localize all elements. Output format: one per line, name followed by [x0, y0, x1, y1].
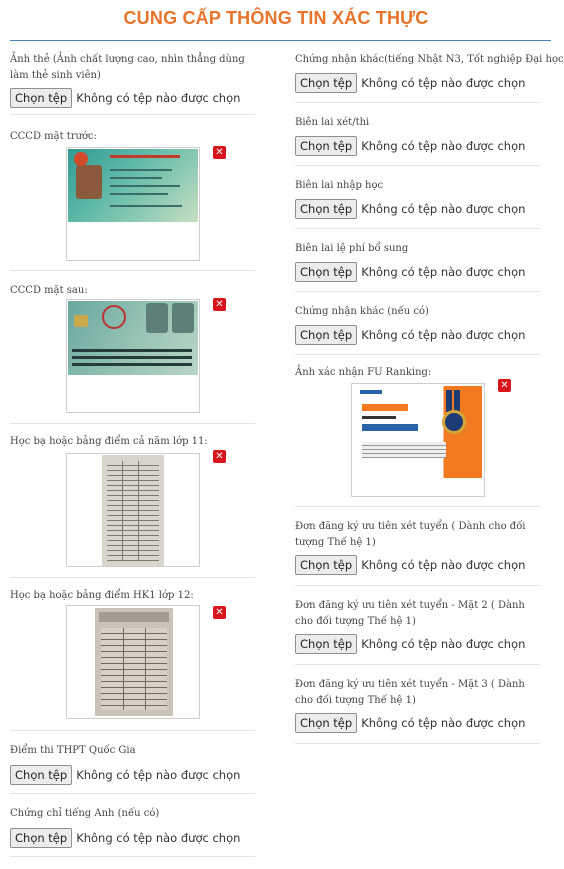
choose-file-button[interactable]: Chọn tệp: [295, 136, 358, 156]
close-icon[interactable]: ✕: [213, 450, 226, 463]
file-input[interactable]: Chọn tệp Không có tệp nào được chọn: [295, 136, 540, 156]
field-chung-nhan-khac-n3: Chứng nhận khác(tiếng Nhật N3, Tốt nghiệ…: [295, 44, 564, 103]
choose-file-button[interactable]: Chọn tệp: [295, 73, 358, 93]
field-bien-lai-nhap-hoc: Biên lai nhập học Chọn tệp Không có tệp …: [295, 166, 540, 229]
no-file-text: Không có tệp nào được chọn: [361, 139, 526, 153]
close-icon[interactable]: ✕: [213, 146, 226, 159]
choose-file-button[interactable]: Chọn tệp: [10, 765, 73, 785]
no-file-text: Không có tệp nào được chọn: [361, 202, 526, 216]
no-file-text: Không có tệp nào được chọn: [361, 328, 526, 342]
field-tieng-anh: Chứng chỉ tiếng Anh (nếu có) Chọn tệp Kh…: [10, 794, 255, 857]
file-input[interactable]: Chọn tệp Không có tệp nào được chọn: [10, 765, 255, 785]
choose-file-button[interactable]: Chọn tệp: [10, 828, 73, 848]
field-fu-ranking: Ảnh xác nhận FU Ranking: ✕: [295, 355, 540, 507]
title-divider: [10, 40, 551, 41]
portrait-photo: [76, 165, 102, 199]
image-preview: [66, 453, 200, 567]
file-input[interactable]: Chọn tệp Không có tệp nào được chọn: [295, 73, 540, 93]
file-input[interactable]: Chọn tệp Không có tệp nào được chọn: [295, 199, 540, 219]
transcript-11-image: [102, 455, 164, 566]
medal-icon: [442, 410, 466, 434]
no-file-text: Không có tệp nào được chọn: [361, 716, 526, 730]
choose-file-button[interactable]: Chọn tệp: [295, 199, 358, 219]
file-input[interactable]: Chọn tệp Không có tệp nào được chọn: [295, 262, 540, 282]
field-label: Chứng nhận khác(tiếng Nhật N3, Tốt nghiệ…: [295, 54, 564, 65]
file-input[interactable]: Chọn tệp Không có tệp nào được chọn: [295, 555, 540, 575]
field-anh-the: Ảnh thẻ (Ảnh chất lượng cao, nhìn thẳng …: [10, 44, 255, 115]
field-label: Học bạ hoặc bảng điểm HK1 lớp 12:: [10, 590, 194, 601]
id-card-front-image: [68, 149, 198, 222]
no-file-text: Không có tệp nào được chọn: [361, 558, 526, 572]
field-bien-lai-xet-thi: Biên lai xét/thi Chọn tệp Không có tệp n…: [295, 103, 540, 166]
id-card-back-image: [68, 301, 198, 375]
image-preview: [66, 299, 200, 413]
field-label: Đơn đăng ký ưu tiên xét tuyển - Mặt 3 ( …: [295, 679, 525, 706]
choose-file-button[interactable]: Chọn tệp: [10, 88, 73, 108]
chip-icon: [74, 315, 88, 327]
choose-file-button[interactable]: Chọn tệp: [295, 555, 358, 575]
image-preview: [351, 383, 485, 497]
choose-file-button[interactable]: Chọn tệp: [295, 713, 358, 733]
field-cccd-truoc: CCCD mặt trước: ✕: [10, 115, 255, 271]
field-label: Chứng nhận khác (nếu có): [295, 306, 429, 317]
close-icon[interactable]: ✕: [498, 379, 511, 392]
field-hoc-ba-12: Học bạ hoặc bảng điểm HK1 lớp 12: ✕: [10, 578, 255, 731]
no-file-text: Không có tệp nào được chọn: [361, 637, 526, 651]
field-bien-lai-le-phi: Biên lai lệ phí bổ sung Chọn tệp Không c…: [295, 229, 540, 292]
field-label: CCCD mặt sau:: [10, 285, 88, 296]
field-hoc-ba-11: Học bạ hoặc bảng điểm cả năm lớp 11: ✕: [10, 424, 255, 578]
no-file-text: Không có tệp nào được chọn: [361, 265, 526, 279]
field-cccd-sau: CCCD mặt sau: ✕: [10, 271, 255, 424]
emblem-icon: [74, 152, 88, 166]
choose-file-button[interactable]: Chọn tệp: [295, 325, 358, 345]
field-diem-thi: Điểm thi THPT Quốc Gia Chọn tệp Không có…: [10, 731, 255, 794]
field-label: Biên lai xét/thi: [295, 117, 370, 128]
image-preview: [66, 147, 200, 261]
field-label: Ảnh thẻ (Ảnh chất lượng cao, nhìn thẳng …: [10, 54, 245, 81]
left-column: Ảnh thẻ (Ảnh chất lượng cao, nhìn thẳng …: [10, 44, 255, 857]
field-label: Học bạ hoặc bảng điểm cả năm lớp 11:: [10, 436, 208, 447]
field-label: CCCD mặt trước:: [10, 131, 98, 142]
field-label: Ảnh xác nhận FU Ranking:: [295, 367, 432, 378]
no-file-text: Không có tệp nào được chọn: [76, 768, 241, 782]
fu-ranking-certificate-image: [354, 386, 482, 478]
field-don-uu-tien-3: Đơn đăng ký ưu tiên xét tuyển - Mặt 3 ( …: [295, 665, 540, 744]
page-title: CUNG CẤP THÔNG TIN XÁC THỰC: [123, 8, 429, 28]
field-chung-nhan-khac: Chứng nhận khác (nếu có) Chọn tệp Không …: [295, 292, 540, 355]
close-icon[interactable]: ✕: [213, 298, 226, 311]
field-label: Đơn đăng ký ưu tiên xét tuyển - Mặt 2 ( …: [295, 600, 525, 627]
file-input[interactable]: Chọn tệp Không có tệp nào được chọn: [10, 828, 255, 848]
file-input[interactable]: Chọn tệp Không có tệp nào được chọn: [295, 325, 540, 345]
right-column: Chứng nhận khác(tiếng Nhật N3, Tốt nghiệ…: [295, 44, 564, 744]
field-don-uu-tien-2: Đơn đăng ký ưu tiên xét tuyển - Mặt 2 ( …: [295, 586, 540, 665]
choose-file-button[interactable]: Chọn tệp: [295, 262, 358, 282]
no-file-text: Không có tệp nào được chọn: [76, 831, 241, 845]
choose-file-button[interactable]: Chọn tệp: [295, 634, 358, 654]
field-label: Chứng chỉ tiếng Anh (nếu có): [10, 808, 160, 819]
field-label: Biên lai nhập học: [295, 180, 384, 191]
field-label: Điểm thi THPT Quốc Gia: [10, 745, 136, 756]
field-don-uu-tien-1: Đơn đăng ký ưu tiên xét tuyển ( Dành cho…: [295, 507, 540, 586]
image-preview: [66, 605, 200, 719]
file-input[interactable]: Chọn tệp Không có tệp nào được chọn: [10, 88, 255, 108]
file-input[interactable]: Chọn tệp Không có tệp nào được chọn: [295, 634, 540, 654]
no-file-text: Không có tệp nào được chọn: [76, 91, 241, 105]
transcript-12-image: [95, 608, 173, 716]
field-label: Đơn đăng ký ưu tiên xét tuyển ( Dành cho…: [295, 521, 526, 548]
close-icon[interactable]: ✕: [213, 606, 226, 619]
file-input[interactable]: Chọn tệp Không có tệp nào được chọn: [295, 713, 540, 733]
no-file-text: Không có tệp nào được chọn: [361, 76, 526, 90]
field-label: Biên lai lệ phí bổ sung: [295, 243, 409, 254]
